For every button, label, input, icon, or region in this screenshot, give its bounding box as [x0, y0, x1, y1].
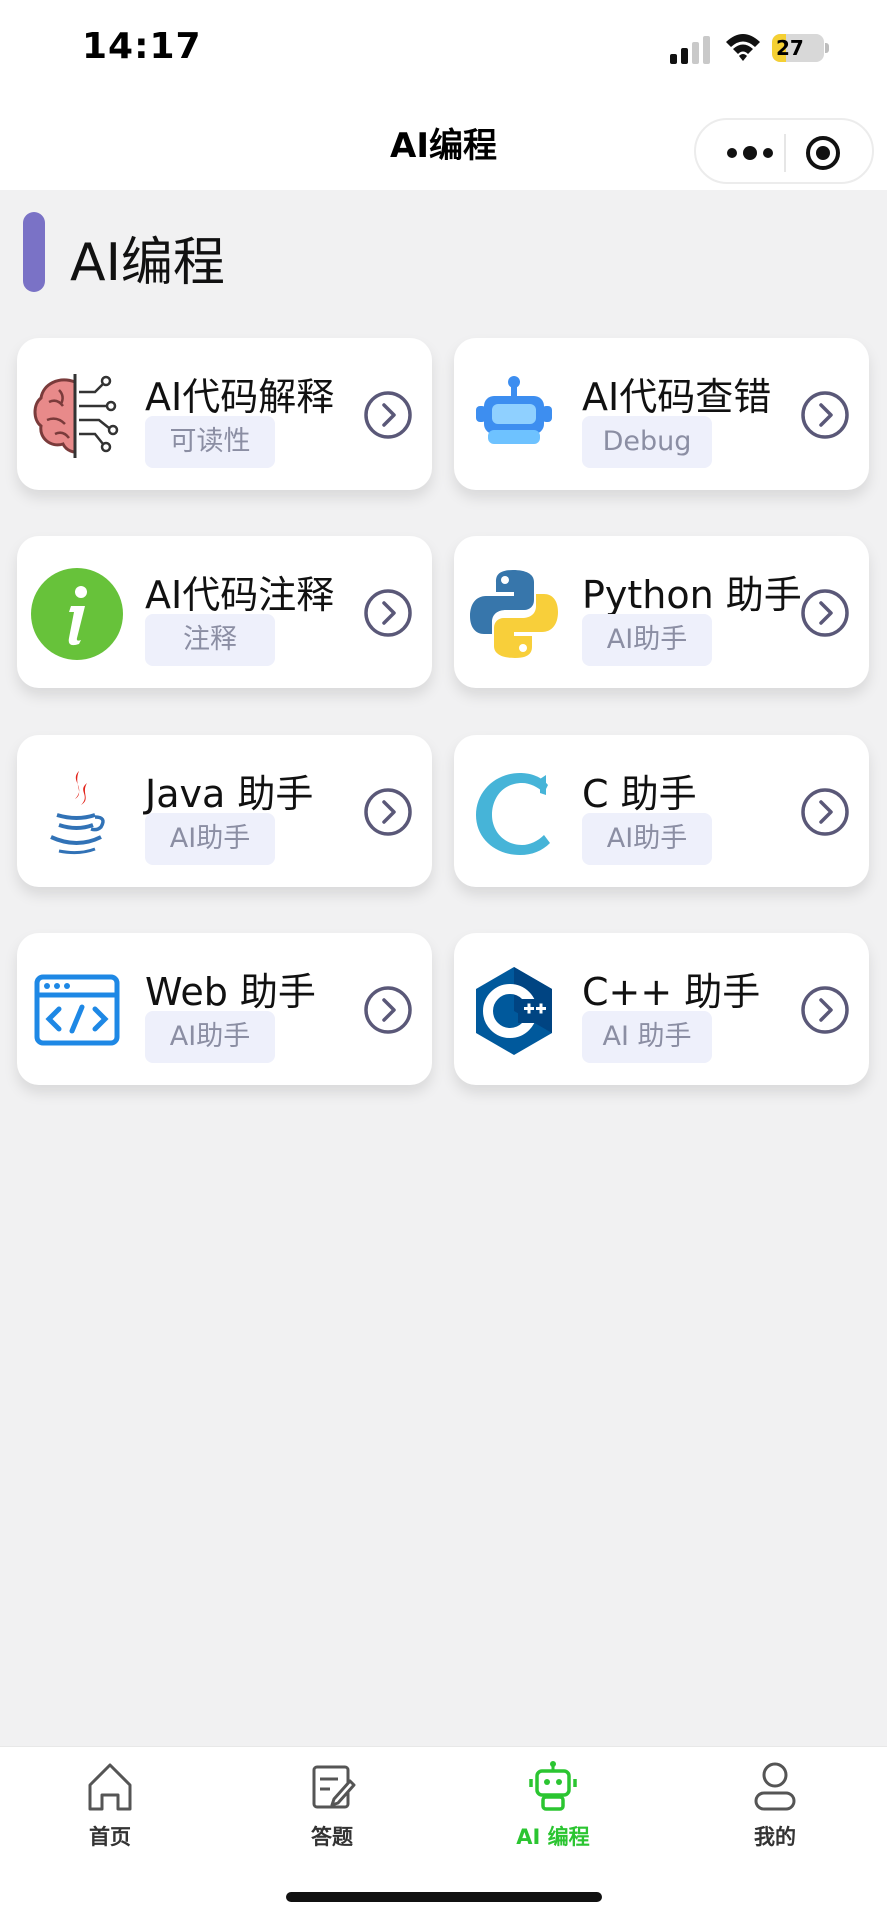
- miniprogram-capsule: [694, 118, 874, 184]
- card-title: AI代码解释: [145, 375, 335, 419]
- status-time: 14:17: [82, 26, 202, 67]
- card-tag: AI助手: [582, 813, 712, 865]
- card-cplusplus-helper[interactable]: C++ 助手 AI 助手: [454, 933, 869, 1085]
- tab-label: 答题: [311, 1825, 353, 1849]
- card-title: C 助手: [582, 772, 697, 816]
- card-web-helper[interactable]: Web 助手 AI助手: [17, 933, 432, 1085]
- card-c-helper[interactable]: C 助手 AI助手: [454, 735, 869, 887]
- tab-label: 我的: [754, 1825, 796, 1849]
- card-title: Java 助手: [145, 772, 314, 816]
- tab-label: 首页: [89, 1825, 131, 1849]
- status-bar: 14:17 27: [0, 0, 887, 96]
- chevron-right-circle-icon[interactable]: [800, 390, 850, 440]
- card-tag: AI 助手: [582, 1011, 712, 1063]
- card-title: AI代码查错: [582, 375, 772, 419]
- tab-quiz[interactable]: 答题: [252, 1761, 412, 1851]
- nav-bar: AI编程: [0, 96, 887, 190]
- target-circle-icon[interactable]: [804, 134, 842, 172]
- chevron-right-circle-icon[interactable]: [800, 588, 850, 638]
- home-icon: [88, 1763, 132, 1811]
- info-icon: [31, 568, 123, 660]
- card-tag: 注释: [145, 614, 275, 666]
- chevron-right-circle-icon[interactable]: [800, 787, 850, 837]
- card-tag: AI助手: [145, 813, 275, 865]
- card-tag: AI助手: [582, 614, 712, 666]
- tab-ai-coding[interactable]: AI 编程: [473, 1761, 633, 1851]
- python-icon: [470, 570, 558, 658]
- robot-icon: [476, 376, 552, 444]
- card-python-helper[interactable]: Python 助手 AI助手: [454, 536, 869, 688]
- card-java-helper[interactable]: Java 助手 AI助手: [17, 735, 432, 887]
- battery-percent: 27: [776, 36, 804, 60]
- tab-profile[interactable]: 我的: [695, 1761, 855, 1851]
- chevron-right-circle-icon[interactable]: [363, 985, 413, 1035]
- section-accent-bar: [23, 212, 45, 292]
- tab-home[interactable]: 首页: [30, 1761, 190, 1851]
- edit-note-icon: [312, 1765, 356, 1809]
- cplusplus-icon: [476, 967, 552, 1055]
- user-icon: [754, 1762, 796, 1811]
- web-code-icon: [34, 974, 120, 1046]
- card-title: AI代码注释: [145, 573, 335, 617]
- wifi-icon: [726, 34, 760, 61]
- home-indicator: [286, 1892, 602, 1902]
- chevron-right-circle-icon[interactable]: [363, 787, 413, 837]
- capsule-divider: [784, 134, 786, 172]
- card-ai-code-debug[interactable]: AI代码查错 Debug: [454, 338, 869, 490]
- c-letter-icon: [476, 773, 550, 855]
- card-tag: AI助手: [145, 1011, 275, 1063]
- chevron-right-circle-icon[interactable]: [363, 588, 413, 638]
- battery-icon: 27: [772, 34, 830, 62]
- card-title: Web 助手: [145, 970, 316, 1014]
- java-icon: [50, 771, 105, 855]
- section-title: AI编程: [70, 233, 225, 293]
- card-tag: 可读性: [145, 416, 275, 468]
- card-title: Python 助手: [582, 573, 802, 617]
- card-title: C++ 助手: [582, 970, 761, 1014]
- tab-label: AI 编程: [516, 1825, 590, 1849]
- chevron-right-circle-icon[interactable]: [363, 390, 413, 440]
- chevron-right-circle-icon[interactable]: [800, 985, 850, 1035]
- card-tag: Debug: [582, 416, 712, 468]
- cellular-signal-icon: [670, 36, 710, 64]
- robot-icon: [529, 1761, 577, 1811]
- brain-circuit-icon: [33, 374, 119, 458]
- card-ai-code-comment[interactable]: AI代码注释 注释: [17, 536, 432, 688]
- card-ai-code-explain[interactable]: AI代码解释 可读性: [17, 338, 432, 490]
- more-dots-icon[interactable]: [720, 136, 780, 170]
